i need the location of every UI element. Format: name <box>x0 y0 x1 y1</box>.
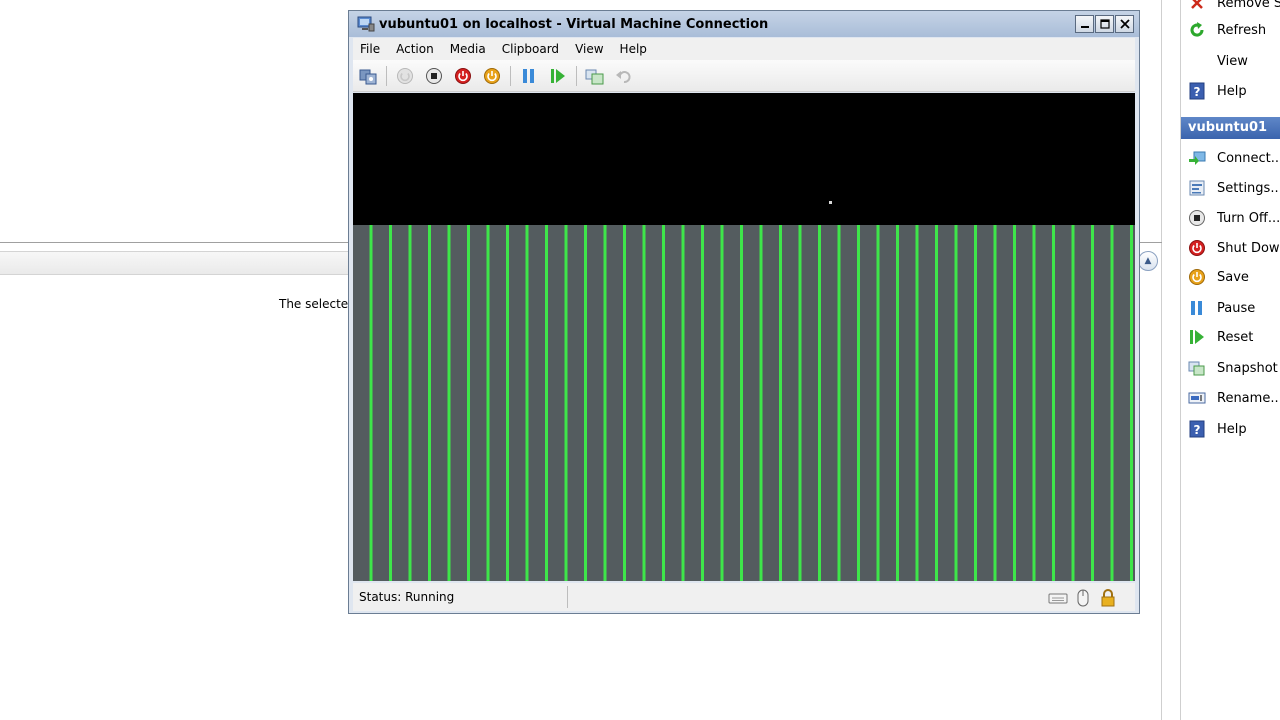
actions-pane: Remove Se Refresh View ? Help vubuntu01 … <box>1181 0 1280 720</box>
settings-icon <box>1187 178 1207 198</box>
connect-icon <box>1187 148 1207 168</box>
turn-off-icon[interactable] <box>423 65 445 87</box>
divider <box>1138 242 1162 243</box>
vm-screen-stripes <box>353 225 1135 581</box>
menu-help[interactable]: Help <box>612 42 655 56</box>
divider <box>1161 0 1162 720</box>
lock-icon <box>1097 587 1119 609</box>
ctrl-alt-del-icon[interactable] <box>357 65 379 87</box>
menu-view[interactable]: View <box>567 42 611 56</box>
collapse-up-button[interactable]: ▲ <box>1138 251 1158 271</box>
svg-text:?: ? <box>1194 85 1201 99</box>
action-reset[interactable]: Reset <box>1181 324 1280 350</box>
vm-display[interactable] <box>353 93 1135 581</box>
keyboard-icon <box>1047 587 1069 609</box>
action-help[interactable]: ? Help <box>1181 416 1280 442</box>
reset-icon <box>1187 327 1207 347</box>
status-text: Status: Running <box>359 590 455 604</box>
vm-connection-window: vubuntu01 on localhost - Virtual Machine… <box>348 10 1140 614</box>
status-bar: Status: Running <box>353 583 1135 611</box>
help-icon: ? <box>1187 81 1207 101</box>
mouse-cursor <box>829 201 832 204</box>
start-icon[interactable] <box>394 65 416 87</box>
action-settings[interactable]: Settings... <box>1181 175 1280 201</box>
action-connect[interactable]: Connect... <box>1181 145 1280 171</box>
action-shut-down[interactable]: Shut Down... <box>1181 235 1280 261</box>
menu-bar: File Action Media Clipboard View Help <box>353 38 1135 60</box>
menu-file[interactable]: File <box>353 42 388 56</box>
pause-icon[interactable] <box>518 65 540 87</box>
divider <box>0 242 350 243</box>
minimize-button[interactable] <box>1075 15 1094 33</box>
help-icon: ? <box>1187 419 1207 439</box>
save-icon <box>1187 267 1207 287</box>
action-snapshot[interactable]: Snapshot <box>1181 355 1280 381</box>
action-turn-off[interactable]: Turn Off... <box>1181 205 1280 231</box>
action-refresh[interactable]: Refresh <box>1181 17 1280 43</box>
action-pause[interactable]: Pause <box>1181 295 1280 321</box>
menu-clipboard[interactable]: Clipboard <box>494 42 567 56</box>
remove-icon <box>1187 0 1207 13</box>
menu-action[interactable]: Action <box>388 42 442 56</box>
refresh-icon <box>1187 20 1207 40</box>
revert-icon[interactable] <box>613 65 635 87</box>
action-remove-server[interactable]: Remove Se <box>1181 0 1280 16</box>
toolbar <box>353 60 1135 92</box>
maximize-button[interactable] <box>1095 15 1114 33</box>
mouse-icon <box>1072 587 1094 609</box>
details-header-strip <box>0 251 350 275</box>
shut-down-icon <box>1187 238 1207 258</box>
snapshot-icon <box>1187 358 1207 378</box>
reset-icon[interactable] <box>547 65 569 87</box>
action-rename[interactable]: Rename... <box>1181 385 1280 411</box>
pause-icon <box>1187 298 1207 318</box>
action-save[interactable]: Save <box>1181 264 1280 290</box>
menu-media[interactable]: Media <box>442 42 494 56</box>
turn-off-icon <box>1187 208 1207 228</box>
close-button[interactable] <box>1115 15 1134 33</box>
vm-connection-icon <box>357 16 375 32</box>
actions-section-header[interactable]: vubuntu01 <box>1181 117 1280 139</box>
title-bar[interactable]: vubuntu01 on localhost - Virtual Machine… <box>349 11 1139 37</box>
action-view[interactable]: View <box>1181 48 1280 74</box>
svg-text:?: ? <box>1194 423 1201 437</box>
rename-icon <box>1187 388 1207 408</box>
shut-down-icon[interactable] <box>452 65 474 87</box>
snapshot-icon[interactable] <box>584 65 606 87</box>
save-icon[interactable] <box>481 65 503 87</box>
action-help-top[interactable]: ? Help <box>1181 78 1280 104</box>
details-message: The selecte <box>279 297 349 311</box>
window-title: vubuntu01 on localhost - Virtual Machine… <box>379 16 769 32</box>
